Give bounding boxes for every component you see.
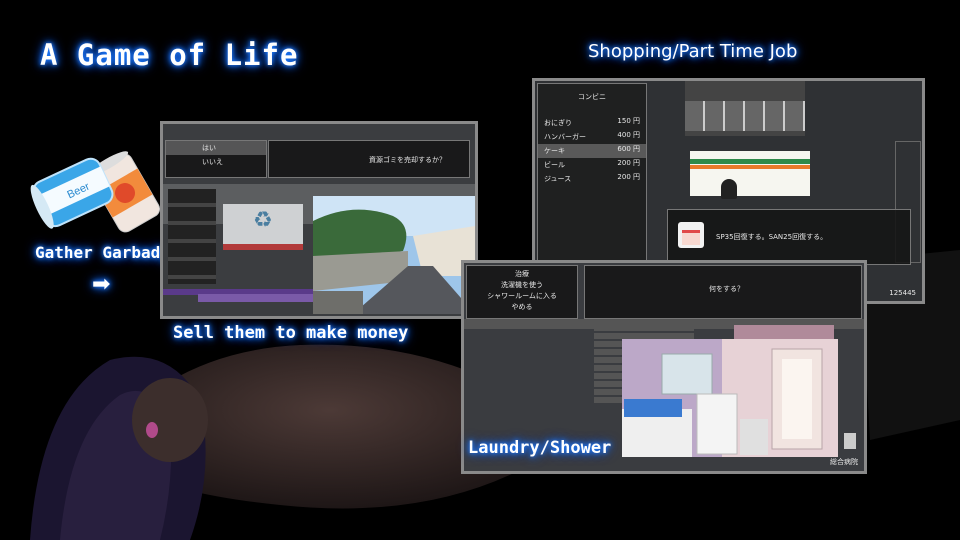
hospital-choice[interactable]: 洗濯機を使う: [467, 280, 577, 291]
arrow-right-icon: ➡: [92, 272, 111, 297]
yes-no-menu: はい いいえ: [165, 140, 267, 178]
location-name: 総合病院: [830, 458, 858, 466]
shop-item-price: 600 円: [617, 145, 640, 153]
shop-item-price: 150 円: [617, 117, 640, 125]
laundry-room-image: [622, 339, 838, 457]
item-description-box: SP35回復する。SAN25回復する。: [667, 209, 911, 265]
prompt-text: 資源ゴミを売却するか？: [369, 156, 446, 164]
shop-item[interactable]: ビール 200 円: [538, 158, 646, 172]
recycle-icon: ♻: [253, 208, 273, 233]
shop-item-name: おにぎり: [544, 119, 572, 127]
hospital-choice[interactable]: やめる: [467, 302, 577, 313]
item-description: SP35回復する。SAN25回復する。: [716, 233, 828, 241]
choice-no[interactable]: いいえ: [166, 155, 266, 169]
game-title: A Game of Life: [40, 38, 299, 72]
shop-item[interactable]: おにぎり 150 円: [538, 116, 646, 130]
cake-icon: [678, 222, 704, 248]
shopkeeper-sprite: [721, 179, 737, 199]
hospital-choice[interactable]: シャワールームに入る: [467, 291, 577, 302]
money-counter: 125445: [889, 289, 916, 297]
shop-item[interactable]: ハンバーガー 400 円: [538, 130, 646, 144]
hospital-choice[interactable]: 治療: [467, 269, 577, 280]
shop-item[interactable]: ケーキ 600 円: [538, 144, 646, 158]
hospital-action-menu: 治療 洗濯機を使う シャワールームに入る やめる: [466, 265, 578, 319]
garbage-cans-illustration: Beer: [30, 151, 160, 233]
shop-item-name: ケーキ: [544, 147, 565, 155]
caption-shopping: Shopping/Part Time Job: [588, 41, 798, 62]
caption-laundry: Laundry/Shower: [468, 438, 612, 458]
shop-item-name: ハンバーガー: [544, 133, 586, 141]
dialog-prompt: 資源ゴミを売却するか？: [268, 140, 470, 178]
shop-item[interactable]: ジュース 200 円: [538, 172, 646, 186]
choice-yes[interactable]: はい: [166, 141, 266, 155]
caption-sell: Sell them to make money: [173, 323, 409, 343]
screenshot-sell-garbage: ♻ はい いいえ 資源ゴミを売却するか？: [160, 121, 478, 319]
shop-item-price: 400 円: [617, 131, 640, 139]
hospital-prompt-box: 何をする？: [584, 265, 862, 319]
street-scene-image: [313, 196, 475, 314]
shop-item-price: 200 円: [617, 173, 640, 181]
hospital-prompt: 何をする？: [709, 285, 744, 293]
shop-name: コンビニ: [578, 93, 606, 101]
shop-item-name: ジュース: [544, 175, 572, 183]
caption-gather: Gather Garbadge: [35, 243, 180, 262]
shop-item-name: ビール: [544, 161, 565, 169]
shop-item-price: 200 円: [617, 159, 640, 167]
